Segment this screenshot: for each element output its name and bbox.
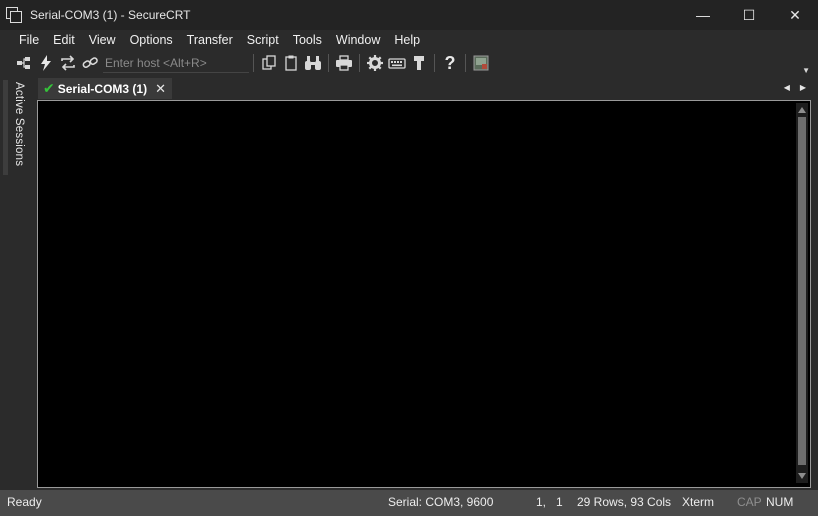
- disconnect-icon[interactable]: [80, 53, 100, 73]
- session-options-icon[interactable]: [365, 53, 385, 73]
- tab-scroll-right-icon[interactable]: ▶: [800, 83, 806, 92]
- menu-bar: File Edit View Options Transfer Script T…: [0, 30, 818, 50]
- help-icon[interactable]: ?: [440, 53, 460, 73]
- reconnect-icon[interactable]: [58, 53, 78, 73]
- active-sessions-label[interactable]: Active Sessions: [13, 82, 25, 166]
- toolbar: ?: [0, 51, 818, 75]
- sidebar-marker: [3, 80, 8, 175]
- screen-icon[interactable]: [471, 53, 491, 73]
- toolbar-separator: [359, 54, 360, 72]
- securecrt-app-icon[interactable]: [6, 7, 22, 23]
- menu-options[interactable]: Options: [123, 33, 180, 47]
- status-bar: Ready Serial: COM3, 9600 1, 1 29 Rows, 9…: [0, 490, 818, 516]
- copy-icon[interactable]: [259, 53, 279, 73]
- quick-connect-icon[interactable]: [36, 53, 56, 73]
- status-ready: Ready: [7, 495, 42, 509]
- menu-help[interactable]: Help: [387, 33, 427, 47]
- close-button[interactable]: ✕: [772, 0, 818, 30]
- toolbar-separator: [434, 54, 435, 72]
- scroll-down-icon[interactable]: [798, 473, 806, 479]
- menu-file[interactable]: File: [12, 33, 46, 47]
- toolbar-separator: [465, 54, 466, 72]
- tab-serial-com3[interactable]: ✔ Serial-COM3 (1) ✕: [38, 78, 172, 99]
- menu-tools[interactable]: Tools: [286, 33, 329, 47]
- tab-label: Serial-COM3 (1): [57, 81, 148, 96]
- status-cursor-position: 1, 1: [536, 495, 563, 509]
- status-terminal-size: 29 Rows, 93 Cols: [577, 495, 672, 509]
- menu-script[interactable]: Script: [240, 33, 286, 47]
- toolbar-separator: [253, 54, 254, 72]
- find-icon[interactable]: [303, 53, 323, 73]
- menu-edit[interactable]: Edit: [46, 33, 82, 47]
- connected-check-icon: ✔: [43, 80, 55, 96]
- status-caps-lock: CAP: [737, 495, 762, 509]
- host-input[interactable]: [103, 53, 249, 73]
- menu-window[interactable]: Window: [329, 33, 387, 47]
- title-bar: Serial-COM3 (1) - SecureCRT — ☐ ✕: [0, 0, 818, 30]
- toolbar-separator: [328, 54, 329, 72]
- status-num-lock: NUM: [766, 495, 794, 509]
- maximize-button[interactable]: ☐: [726, 0, 772, 30]
- status-connection: Serial: COM3, 9600: [388, 495, 494, 509]
- vertical-scrollbar[interactable]: [796, 103, 808, 483]
- status-emulation: Xterm: [682, 495, 715, 509]
- toolbar-overflow-icon[interactable]: ▼: [802, 66, 810, 75]
- window-controls: — ☐ ✕: [680, 0, 818, 30]
- scroll-up-icon[interactable]: [798, 107, 806, 113]
- sftp-icon[interactable]: [409, 53, 429, 73]
- scrollbar-thumb[interactable]: [798, 117, 806, 465]
- menu-transfer[interactable]: Transfer: [180, 33, 240, 47]
- tab-navigation: ◀ ▶: [784, 83, 806, 92]
- connect-icon[interactable]: [14, 53, 34, 73]
- session-tab-bar: ✔ Serial-COM3 (1) ✕: [36, 77, 818, 99]
- minimize-button[interactable]: —: [680, 0, 726, 30]
- tab-close-icon[interactable]: ✕: [155, 81, 166, 97]
- terminal-view[interactable]: [37, 100, 811, 488]
- window-title: Serial-COM3 (1) - SecureCRT: [30, 8, 191, 22]
- tab-scroll-left-icon[interactable]: ◀: [784, 83, 790, 92]
- print-icon[interactable]: [334, 53, 354, 73]
- paste-icon[interactable]: [281, 53, 301, 73]
- menu-view[interactable]: View: [82, 33, 123, 47]
- keymap-icon[interactable]: [387, 53, 407, 73]
